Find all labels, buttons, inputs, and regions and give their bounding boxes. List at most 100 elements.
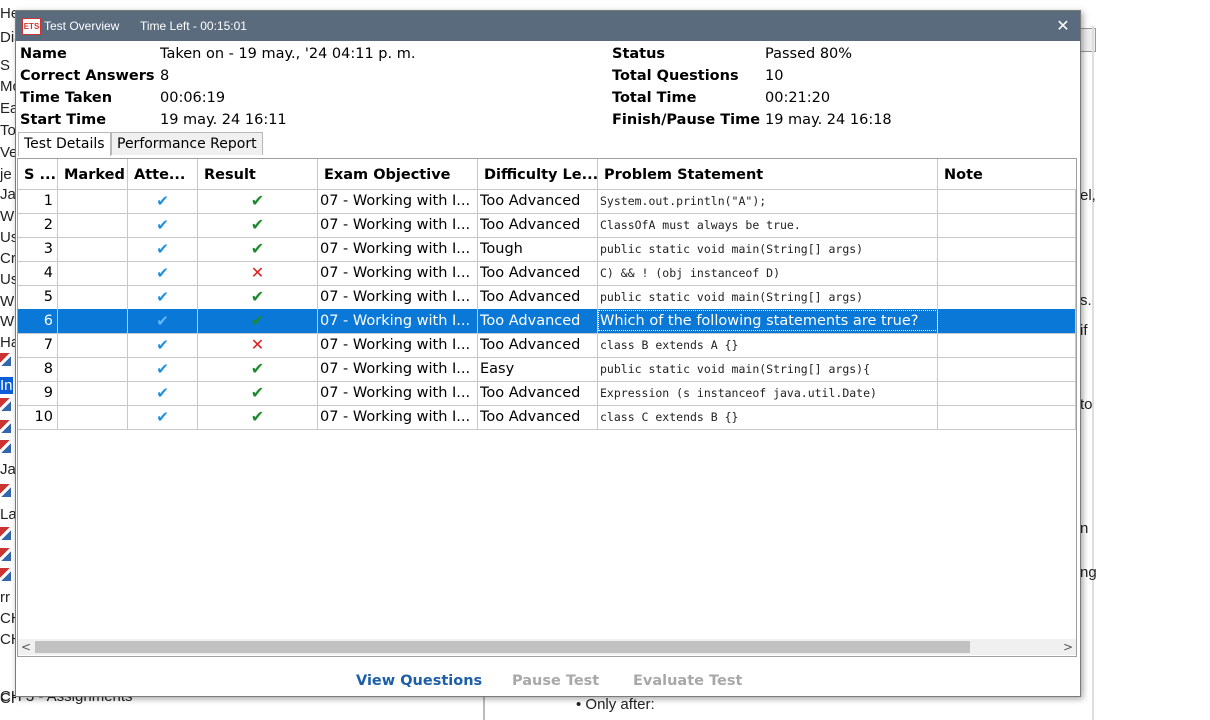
pause-test-button[interactable]: Pause Test — [512, 666, 599, 696]
start-time-value: 19 may. 24 16:11 — [160, 112, 287, 128]
note-cell — [938, 213, 1076, 237]
column-header-difficulty[interactable]: Difficulty Le... — [478, 159, 598, 189]
background-left-item: S — [0, 57, 11, 74]
marked-cell — [58, 309, 128, 333]
note-cell — [938, 381, 1076, 405]
correct-check-icon: ✔ — [250, 311, 265, 330]
marked-cell — [58, 405, 128, 429]
problem-statement-cell: Which of the following statements are tr… — [598, 309, 938, 333]
background-left-item: Cr — [0, 250, 16, 267]
scrollbar-thumb[interactable] — [35, 641, 970, 653]
dialog-title: Test Overview — [44, 19, 120, 33]
background-left-item: CH — [0, 631, 16, 648]
column-header-problem-statement[interactable]: Problem Statement — [598, 159, 938, 189]
attempted-cell: ✔ — [128, 285, 198, 309]
app-logo-icon: ETS — [22, 18, 41, 35]
table-row[interactable]: 2 ✔ ✔ 07 - Working with I... Too Advanced Cla… — [18, 213, 1076, 238]
attempted-check-icon: ✔ — [156, 312, 169, 330]
attempted-check-icon: ✔ — [156, 240, 169, 258]
background-bottom-text: • Only after: — [576, 696, 655, 713]
table-row[interactable]: 3 ✔ ✔ 07 - Working with I... Tough public st… — [18, 237, 1076, 262]
marked-cell — [58, 237, 128, 261]
attempted-check-icon: ✔ — [156, 192, 169, 210]
serial-cell: 9 — [18, 381, 58, 405]
background-right-border — [1092, 26, 1094, 720]
action-bar: View Questions Pause Test Evaluate Test — [16, 666, 1080, 696]
time-left-label: Time Left - 00:15:01 — [140, 19, 247, 33]
tab-test-details[interactable]: Test Details — [18, 132, 111, 156]
note-cell — [938, 309, 1076, 333]
table-row[interactable]: 7 ✔ ✕ 07 - Working with I... Too Advanced cla… — [18, 333, 1076, 358]
tab-performance-report[interactable]: Performance Report — [111, 132, 263, 155]
total-questions-label: Total Questions — [612, 68, 739, 84]
problem-statement-cell: C) && ! (obj instanceof D) — [598, 261, 938, 285]
background-text-fragment: s. — [1080, 292, 1092, 309]
column-header-marked[interactable]: Marked — [58, 159, 128, 189]
result-cell: ✔ — [198, 189, 318, 213]
marked-cell — [58, 213, 128, 237]
attempted-cell: ✔ — [128, 405, 198, 429]
column-header-attempted[interactable]: Atte... — [128, 159, 198, 189]
column-header-exam-objective[interactable]: Exam Objective — [318, 159, 478, 189]
result-cell: ✔ — [198, 213, 318, 237]
column-header-serial[interactable]: S ... — [18, 159, 58, 189]
note-cell — [938, 357, 1076, 381]
exam-objective-cell: 07 - Working with I... — [318, 285, 478, 309]
result-cell: ✕ — [198, 333, 318, 357]
table-row[interactable]: 5 ✔ ✔ 07 - Working with I... Too Advanced pu… — [18, 285, 1076, 310]
exam-objective-cell: 07 - Working with I... — [318, 333, 478, 357]
difficulty-cell: Too Advanced — [478, 285, 598, 309]
note-cell — [938, 237, 1076, 261]
background-left-item: W — [0, 313, 15, 330]
attempted-cell: ✔ — [128, 333, 198, 357]
background-left-item: Ja — [0, 186, 16, 203]
exam-objective-cell: 07 - Working with I... — [318, 261, 478, 285]
correct-check-icon: ✔ — [250, 239, 265, 258]
background-left-item: Mc — [0, 78, 16, 95]
table-row[interactable]: 10 ✔ ✔ 07 - Working with I... Too Advanced c… — [18, 405, 1076, 430]
column-header-note[interactable]: Note — [938, 159, 1076, 189]
problem-statement-cell: class C extends B {} — [598, 405, 938, 429]
exam-objective-cell: 07 - Working with I... — [318, 357, 478, 381]
serial-cell: 1 — [18, 189, 58, 213]
note-cell — [938, 285, 1076, 309]
background-left-item — [0, 398, 11, 411]
evaluate-test-button[interactable]: Evaluate Test — [633, 666, 742, 696]
difficulty-cell: Easy — [478, 357, 598, 381]
exam-objective-cell: 07 - Working with I... — [318, 405, 478, 429]
name-value: Taken on - 19 may., '24 04:11 p. m. — [160, 46, 416, 62]
problem-statement-cell: System.out.println("A"); — [598, 189, 938, 213]
serial-cell: 2 — [18, 213, 58, 237]
title-bar[interactable]: ETS Test Overview Time Left - 00:15:01 ✕ — [16, 11, 1080, 41]
scroll-left-icon[interactable]: < — [18, 639, 34, 655]
scroll-right-icon[interactable]: > — [1060, 639, 1076, 655]
background-left-item: Ea — [0, 100, 16, 117]
background-left-item — [0, 568, 11, 581]
problem-statement-cell: public static void main(String[] args) — [598, 285, 938, 309]
difficulty-cell: Too Advanced — [478, 381, 598, 405]
table-row[interactable]: 1 ✔ ✔ 07 - Working with I... Too Advanced Sys… — [18, 189, 1076, 214]
exam-objective-cell: 07 - Working with I... — [318, 237, 478, 261]
attempted-cell: ✔ — [128, 261, 198, 285]
test-overview-dialog: ETS Test Overview Time Left - 00:15:01 ✕… — [15, 10, 1081, 697]
exam-objective-cell: 07 - Working with I... — [318, 309, 478, 333]
result-cell: ✔ — [198, 381, 318, 405]
close-icon[interactable]: ✕ — [1052, 15, 1074, 37]
table-row[interactable]: 4 ✔ ✕ 07 - Working with I... Too Advanced C) … — [18, 261, 1076, 286]
marked-cell — [58, 381, 128, 405]
background-left-item: CH — [0, 610, 16, 627]
table-header: S ... Marked Atte... Result Exam Objecti… — [18, 159, 1076, 190]
start-time-label: Start Time — [20, 112, 107, 128]
table-row[interactable]: 8 ✔ ✔ 07 - Working with I... Easy public sta… — [18, 357, 1076, 382]
attempted-cell: ✔ — [128, 213, 198, 237]
column-header-result[interactable]: Result — [198, 159, 318, 189]
table-row[interactable]: 6 ✔ ✔ 07 - Working with I... Too Advanced Whi… — [18, 309, 1076, 334]
table-row[interactable]: 9 ✔ ✔ 07 - Working with I... Too Advanced Exp… — [18, 381, 1076, 406]
horizontal-scrollbar[interactable]: < > — [18, 639, 1076, 655]
difficulty-cell: Too Advanced — [478, 261, 598, 285]
background-left-item — [0, 440, 11, 453]
attempted-check-icon: ✔ — [156, 384, 169, 402]
marked-cell — [58, 285, 128, 309]
incorrect-cross-icon: ✕ — [250, 263, 265, 282]
view-questions-button[interactable]: View Questions — [356, 666, 482, 696]
